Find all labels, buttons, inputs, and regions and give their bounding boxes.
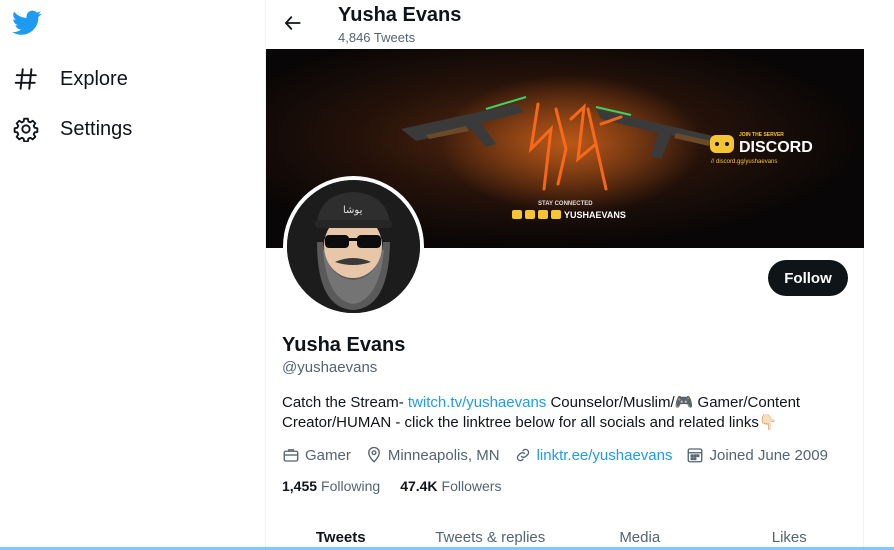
- profile-website-link[interactable]: linktr.ee/yushaevans: [537, 447, 673, 464]
- svg-text:YUSHAEVANS: YUSHAEVANS: [564, 210, 626, 220]
- tab-tweets[interactable]: Tweets: [266, 518, 416, 550]
- bio-emoji-point-down: 👇🏻: [758, 414, 778, 431]
- follow-button[interactable]: Follow: [768, 260, 848, 296]
- nav-settings-label: Settings: [60, 117, 133, 140]
- svg-text:// discord.gg/yushaevans: // discord.gg/yushaevans: [711, 159, 777, 165]
- profile-avatar[interactable]: يوشا: [283, 176, 424, 317]
- profile-display-name: Yusha Evans: [282, 334, 406, 356]
- briefcase-icon: [283, 449, 299, 462]
- profile-category-label: Gamer: [305, 446, 351, 464]
- following-label: Following: [321, 478, 381, 494]
- profile-location: Minneapolis, MN: [365, 446, 500, 464]
- back-arrow-icon[interactable]: [278, 8, 308, 38]
- header-tweet-count: 4,846 Tweets: [338, 30, 416, 45]
- profile-column: Yusha Evans 4,846 Tweets STAY CONNECTED …: [265, 0, 864, 550]
- bio-emoji-gamepad: 🎮: [674, 394, 694, 411]
- profile-header-bar: Yusha Evans 4,846 Tweets: [266, 0, 864, 49]
- tab-media[interactable]: Media: [565, 518, 715, 550]
- profile-tabs: Tweets Tweets & replies Media Likes: [266, 518, 864, 550]
- nav-explore[interactable]: Explore: [12, 59, 128, 99]
- followers-label: Followers: [441, 478, 502, 494]
- followers-count-link[interactable]: 47.4K Followers: [400, 478, 501, 494]
- avatar-illustration: يوشا: [287, 180, 420, 313]
- bio-twitch-link[interactable]: twitch.tv/yushaevans: [408, 394, 546, 411]
- profile-bio: Catch the Stream- twitch.tv/yushaevans C…: [282, 393, 852, 433]
- profile-meta-row: Gamer Minneapolis, MN linktr.ee/yushaeva…: [282, 444, 842, 466]
- profile-category: Gamer: [282, 446, 351, 464]
- svg-text:DISCORD: DISCORD: [739, 139, 813, 156]
- twitter-logo-icon[interactable]: [12, 10, 42, 36]
- profile-handle: @yushaevans: [282, 359, 378, 376]
- profile-location-label: Minneapolis, MN: [387, 446, 500, 464]
- gear-icon: [12, 115, 40, 143]
- bio-prefix: Catch the Stream-: [282, 394, 408, 411]
- following-count-link[interactable]: 1,455 Following: [282, 478, 380, 494]
- nav-explore-label: Explore: [60, 67, 128, 90]
- link-icon: [516, 448, 529, 462]
- calendar-icon: [688, 448, 703, 463]
- follow-counts: 1,455 Following 47.4K Followers: [282, 478, 521, 494]
- hashtag-icon: [12, 65, 40, 93]
- profile-joined: Joined June 2009: [686, 446, 828, 464]
- tab-tweets-replies[interactable]: Tweets & replies: [416, 518, 566, 550]
- followers-count: 47.4K: [400, 478, 438, 494]
- svg-text:يوشا: يوشا: [343, 205, 363, 216]
- bio-middle: Counselor/Muslim/: [546, 394, 675, 411]
- following-count: 1,455: [282, 478, 318, 494]
- svg-text:STAY CONNECTED: STAY CONNECTED: [538, 201, 593, 207]
- header-title: Yusha Evans: [338, 4, 462, 26]
- discord-icon: [710, 135, 734, 153]
- location-pin-icon: [367, 446, 380, 463]
- profile-joined-label: Joined June 2009: [709, 446, 828, 464]
- sidebar: Explore Settings: [0, 0, 265, 550]
- profile-website[interactable]: linktr.ee/yushaevans: [514, 446, 673, 464]
- tab-likes[interactable]: Likes: [715, 518, 865, 550]
- svg-text:JOIN THE SERVER: JOIN THE SERVER: [739, 132, 784, 138]
- nav-settings[interactable]: Settings: [12, 109, 132, 149]
